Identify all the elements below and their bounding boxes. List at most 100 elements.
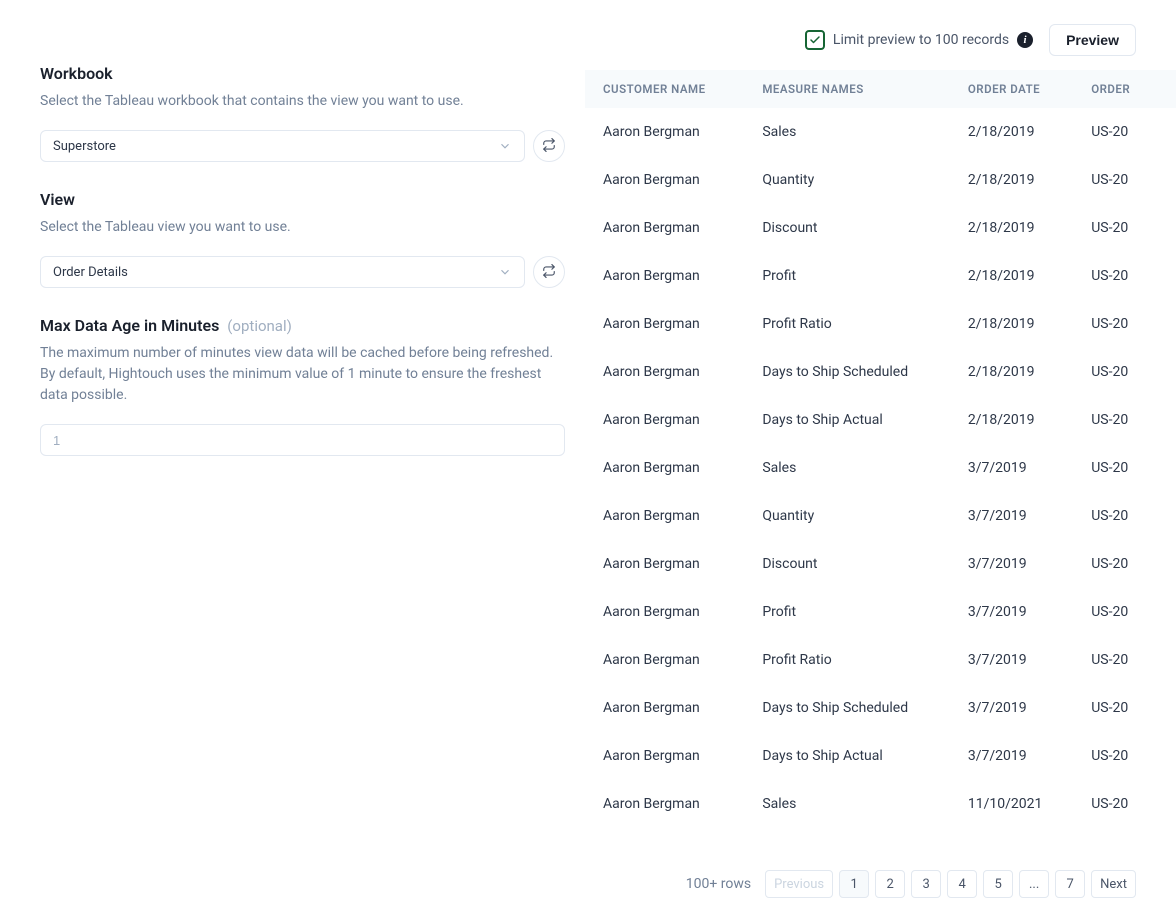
- table-cell: Sales: [744, 444, 950, 492]
- table-cell: 2/18/2019: [950, 108, 1073, 156]
- refresh-icon: [542, 138, 556, 155]
- table-cell: 11/10/2021: [950, 780, 1073, 828]
- table-cell: 3/7/2019: [950, 444, 1073, 492]
- preview-button[interactable]: Preview: [1049, 24, 1136, 56]
- workbook-select[interactable]: Superstore: [40, 130, 525, 162]
- table-row[interactable]: Aaron BergmanSales2/18/2019US-20: [585, 108, 1176, 156]
- table-row[interactable]: Aaron BergmanQuantity3/7/2019US-20: [585, 492, 1176, 540]
- table-row[interactable]: Aaron BergmanDiscount2/18/2019US-20: [585, 204, 1176, 252]
- check-icon: [809, 34, 821, 46]
- table-cell: Profit Ratio: [744, 636, 950, 684]
- previous-button[interactable]: Previous: [765, 870, 833, 898]
- table-cell: Profit: [744, 252, 950, 300]
- table-cell: US-20: [1073, 156, 1176, 204]
- table-row[interactable]: Aaron BergmanDays to Ship Scheduled3/7/2…: [585, 684, 1176, 732]
- next-button[interactable]: Next: [1091, 870, 1136, 898]
- maxage-heading-text: Max Data Age in Minutes: [40, 316, 219, 335]
- table-row[interactable]: Aaron BergmanDays to Ship Actual3/7/2019…: [585, 732, 1176, 780]
- table-cell: US-20: [1073, 684, 1176, 732]
- table-cell: US-20: [1073, 252, 1176, 300]
- table-cell: Aaron Bergman: [585, 684, 744, 732]
- table-cell: Aaron Bergman: [585, 348, 744, 396]
- table-cell: Aaron Bergman: [585, 492, 744, 540]
- column-header[interactable]: CUSTOMER NAME: [585, 70, 744, 108]
- config-panel: Workbook Select the Tableau workbook tha…: [40, 24, 585, 898]
- table-cell: Aaron Bergman: [585, 540, 744, 588]
- column-header[interactable]: ORDER DATE: [950, 70, 1073, 108]
- page-number[interactable]: 2: [875, 870, 905, 898]
- table-cell: 2/18/2019: [950, 396, 1073, 444]
- maxage-section: Max Data Age in Minutes (optional) The m…: [40, 316, 565, 456]
- table-cell: US-20: [1073, 396, 1176, 444]
- workbook-refresh-button[interactable]: [533, 130, 565, 162]
- table-row[interactable]: Aaron BergmanProfit Ratio3/7/2019US-20: [585, 636, 1176, 684]
- table-cell: US-20: [1073, 636, 1176, 684]
- maxage-heading: Max Data Age in Minutes (optional): [40, 316, 565, 335]
- chevron-down-icon: [498, 139, 512, 153]
- page-number[interactable]: 1: [839, 870, 869, 898]
- view-section: View Select the Tableau view you want to…: [40, 190, 565, 288]
- table-cell: Discount: [744, 204, 950, 252]
- limit-checkbox[interactable]: [805, 30, 825, 50]
- table-cell: US-20: [1073, 204, 1176, 252]
- table-cell: 3/7/2019: [950, 540, 1073, 588]
- chevron-down-icon: [498, 265, 512, 279]
- table-cell: Quantity: [744, 492, 950, 540]
- table-row[interactable]: Aaron BergmanProfit2/18/2019US-20: [585, 252, 1176, 300]
- table-cell: Aaron Bergman: [585, 108, 744, 156]
- table-cell: Aaron Bergman: [585, 588, 744, 636]
- workbook-section: Workbook Select the Tableau workbook tha…: [40, 64, 565, 162]
- page-ellipsis: ...: [1019, 870, 1049, 898]
- table-cell: 2/18/2019: [950, 300, 1073, 348]
- page-number[interactable]: 5: [983, 870, 1013, 898]
- table-cell: Profit: [744, 588, 950, 636]
- table-row[interactable]: Aaron BergmanProfit3/7/2019US-20: [585, 588, 1176, 636]
- table-cell: 2/18/2019: [950, 348, 1073, 396]
- view-select[interactable]: Order Details: [40, 256, 525, 288]
- table-row[interactable]: Aaron BergmanQuantity2/18/2019US-20: [585, 156, 1176, 204]
- table-cell: 3/7/2019: [950, 492, 1073, 540]
- preview-toolbar: Limit preview to 100 records i Preview: [585, 24, 1176, 70]
- table-cell: Profit Ratio: [744, 300, 950, 348]
- page-number[interactable]: 3: [911, 870, 941, 898]
- table-cell: 3/7/2019: [950, 684, 1073, 732]
- info-icon[interactable]: i: [1017, 32, 1033, 48]
- table-row[interactable]: Aaron BergmanDiscount3/7/2019US-20: [585, 540, 1176, 588]
- view-selected-value: Order Details: [53, 265, 128, 280]
- column-header[interactable]: ORDER: [1073, 70, 1176, 108]
- view-refresh-button[interactable]: [533, 256, 565, 288]
- table-row[interactable]: Aaron BergmanSales3/7/2019US-20: [585, 444, 1176, 492]
- table-cell: Discount: [744, 540, 950, 588]
- table-cell: US-20: [1073, 780, 1176, 828]
- table-cell: Aaron Bergman: [585, 396, 744, 444]
- table-cell: Aaron Bergman: [585, 444, 744, 492]
- table-cell: Aaron Bergman: [585, 732, 744, 780]
- optional-tag: (optional): [227, 317, 292, 335]
- preview-table: CUSTOMER NAMEMEASURE NAMESORDER DATEORDE…: [585, 70, 1176, 852]
- table-cell: Aaron Bergman: [585, 780, 744, 828]
- table-cell: Aaron Bergman: [585, 300, 744, 348]
- table-cell: US-20: [1073, 492, 1176, 540]
- row-count: 100+ rows: [686, 876, 751, 892]
- table-cell: Quantity: [744, 156, 950, 204]
- table-cell: Days to Ship Scheduled: [744, 684, 950, 732]
- workbook-heading: Workbook: [40, 64, 565, 83]
- table-row[interactable]: Aaron BergmanDays to Ship Scheduled2/18/…: [585, 348, 1176, 396]
- table-cell: Days to Ship Actual: [744, 732, 950, 780]
- table-cell: 2/18/2019: [950, 252, 1073, 300]
- table-cell: Sales: [744, 108, 950, 156]
- table-row[interactable]: Aaron BergmanProfit Ratio2/18/2019US-20: [585, 300, 1176, 348]
- page-number[interactable]: 4: [947, 870, 977, 898]
- workbook-desc: Select the Tableau workbook that contain…: [40, 91, 565, 112]
- table-cell: Aaron Bergman: [585, 252, 744, 300]
- maxage-input[interactable]: [40, 424, 565, 456]
- table-cell: 3/7/2019: [950, 588, 1073, 636]
- column-header[interactable]: MEASURE NAMES: [744, 70, 950, 108]
- table-cell: Days to Ship Actual: [744, 396, 950, 444]
- limit-label: Limit preview to 100 records: [833, 32, 1009, 48]
- table-cell: Aaron Bergman: [585, 204, 744, 252]
- limit-block: Limit preview to 100 records i: [805, 30, 1033, 50]
- page-number[interactable]: 7: [1055, 870, 1085, 898]
- table-row[interactable]: Aaron BergmanSales11/10/2021US-20: [585, 780, 1176, 828]
- table-row[interactable]: Aaron BergmanDays to Ship Actual2/18/201…: [585, 396, 1176, 444]
